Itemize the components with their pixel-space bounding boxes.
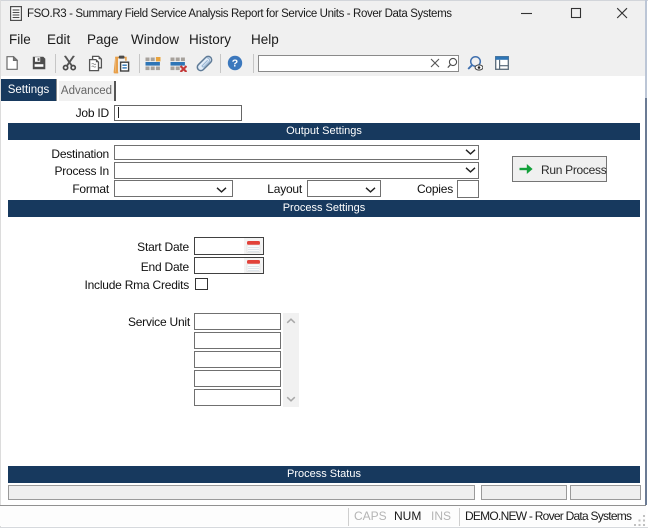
- svg-text:?: ?: [232, 58, 238, 70]
